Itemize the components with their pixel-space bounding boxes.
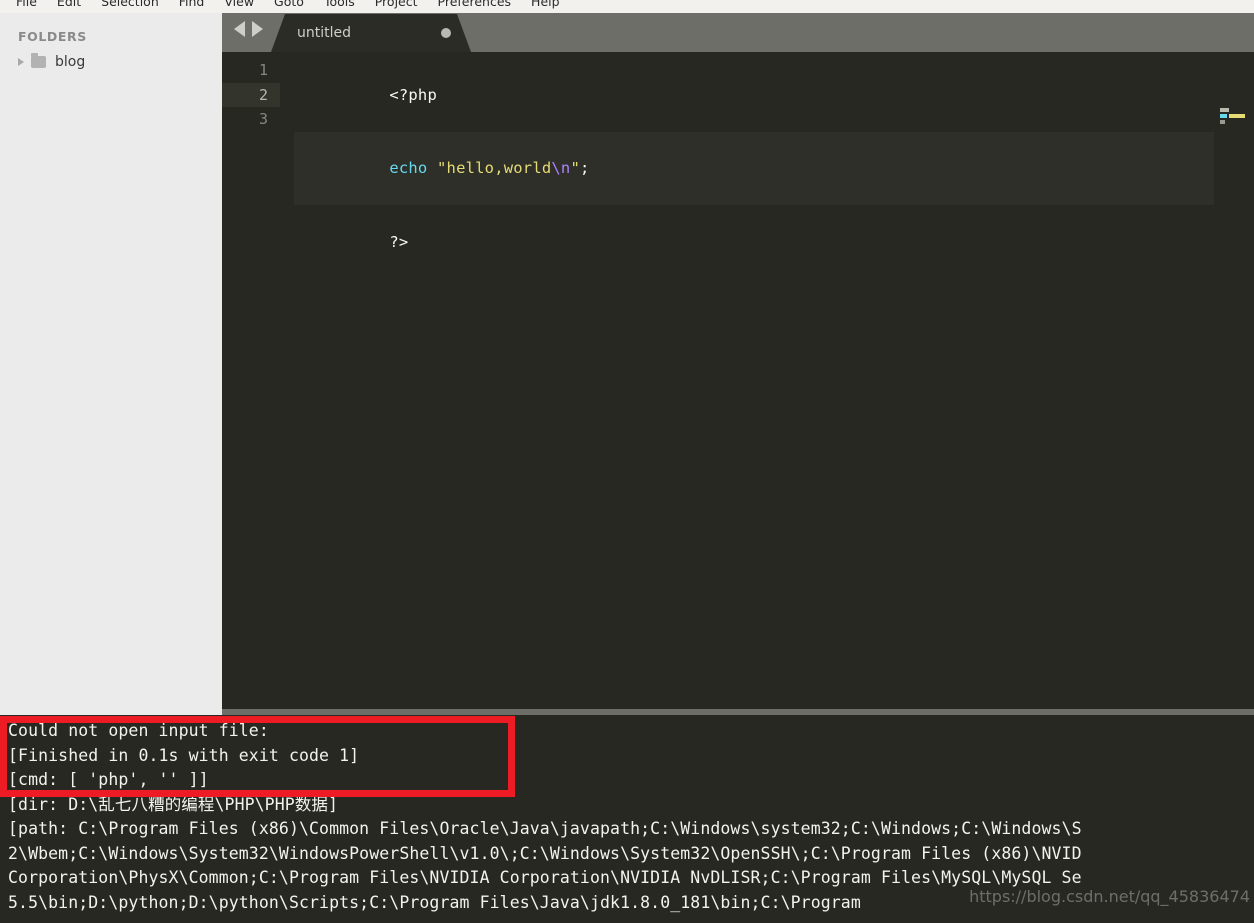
menu-item-preferences[interactable]: Preferences: [428, 0, 522, 12]
sidebar-section-folders: FOLDERS: [18, 29, 87, 44]
code-token: "hello,world: [437, 159, 552, 177]
line-number: 1: [258, 61, 268, 79]
folder-icon: [31, 53, 46, 68]
code-token: ;: [580, 159, 590, 177]
minimap[interactable]: [1214, 98, 1254, 715]
code-token: ?>: [389, 232, 409, 251]
editor-pane: untitled 1 2 3 <?php echo "hello,world\n…: [222, 6, 1254, 715]
menu-item-file[interactable]: File: [6, 0, 47, 12]
build-output-panel[interactable]: Could not open input file: [Finished in …: [0, 715, 1254, 923]
menu-item-view[interactable]: View: [214, 0, 264, 12]
console-line: Could not open input file:: [8, 721, 269, 740]
unsaved-changes-icon[interactable]: [441, 28, 451, 38]
line-number: 2: [222, 82, 280, 107]
menu-bar: File Edit Selection Find View Goto Tools…: [0, 0, 1254, 13]
console-line: [cmd: [ 'php', '' ]]: [8, 770, 209, 789]
code-token: \n: [551, 159, 571, 177]
console-line: 2\Wbem;C:\Windows\System32\WindowsPowerS…: [8, 843, 1082, 863]
menu-item-help[interactable]: Help: [521, 0, 570, 12]
sidebar: FOLDERS blog: [0, 13, 222, 715]
console-line: [path: C:\Program Files (x86)\Common Fil…: [8, 819, 1082, 838]
code-editor[interactable]: 1 2 3 <?php echo "hello,world\n"; ?>: [222, 52, 1254, 715]
code-token: <?php: [389, 85, 437, 104]
minimap-line: [1214, 114, 1254, 118]
console-line: [Finished in 0.1s with exit code 1]: [8, 745, 360, 765]
console-line: 5.5\bin;D:\python;D:\python\Scripts;C:\P…: [8, 892, 861, 912]
menu-item-selection[interactable]: Selection: [91, 0, 169, 12]
menu-item-project[interactable]: Project: [365, 0, 428, 12]
minimap-line: [1214, 108, 1254, 112]
code-token: echo: [389, 159, 437, 177]
tab-label: untitled: [297, 25, 352, 41]
code-line[interactable]: ?>: [294, 205, 1254, 279]
menu-item-tools[interactable]: Tools: [314, 0, 365, 12]
minimap-segment: [1229, 114, 1245, 118]
minimap-segment: [1220, 108, 1229, 112]
line-number-gutter: 1 2 3: [222, 52, 280, 715]
code-line[interactable]: echo "hello,world\n";: [294, 131, 1254, 205]
menu-item-find[interactable]: Find: [169, 0, 215, 12]
code-line[interactable]: <?php: [294, 58, 1254, 132]
console-line: Corporation\PhysX\Common;C:\Program File…: [8, 868, 1082, 887]
line-number: 3: [258, 110, 268, 128]
code-token: ": [570, 159, 581, 177]
minimap-segment: [1220, 120, 1225, 124]
minimap-line: [1214, 120, 1254, 124]
menu-item-goto[interactable]: Goto: [264, 0, 314, 12]
sidebar-folder-blog[interactable]: blog: [0, 50, 222, 74]
minimap-segment: [1220, 114, 1227, 118]
arrow-right-icon[interactable]: [252, 21, 263, 37]
sublime-text-window: File Edit Selection Find View Goto Tools…: [0, 0, 1254, 923]
menu-item-edit[interactable]: Edit: [47, 0, 91, 12]
sidebar-folder-label: blog: [55, 54, 86, 70]
tab-untitled[interactable]: untitled: [271, 14, 471, 52]
arrow-left-icon[interactable]: [234, 21, 245, 37]
chevron-right-icon[interactable]: [18, 58, 24, 66]
console-line: [dir: D:\乱七八糟的编程\PHP\PHP数据]: [8, 794, 339, 814]
code-content[interactable]: <?php echo "hello,world\n"; ?>: [280, 52, 1254, 715]
